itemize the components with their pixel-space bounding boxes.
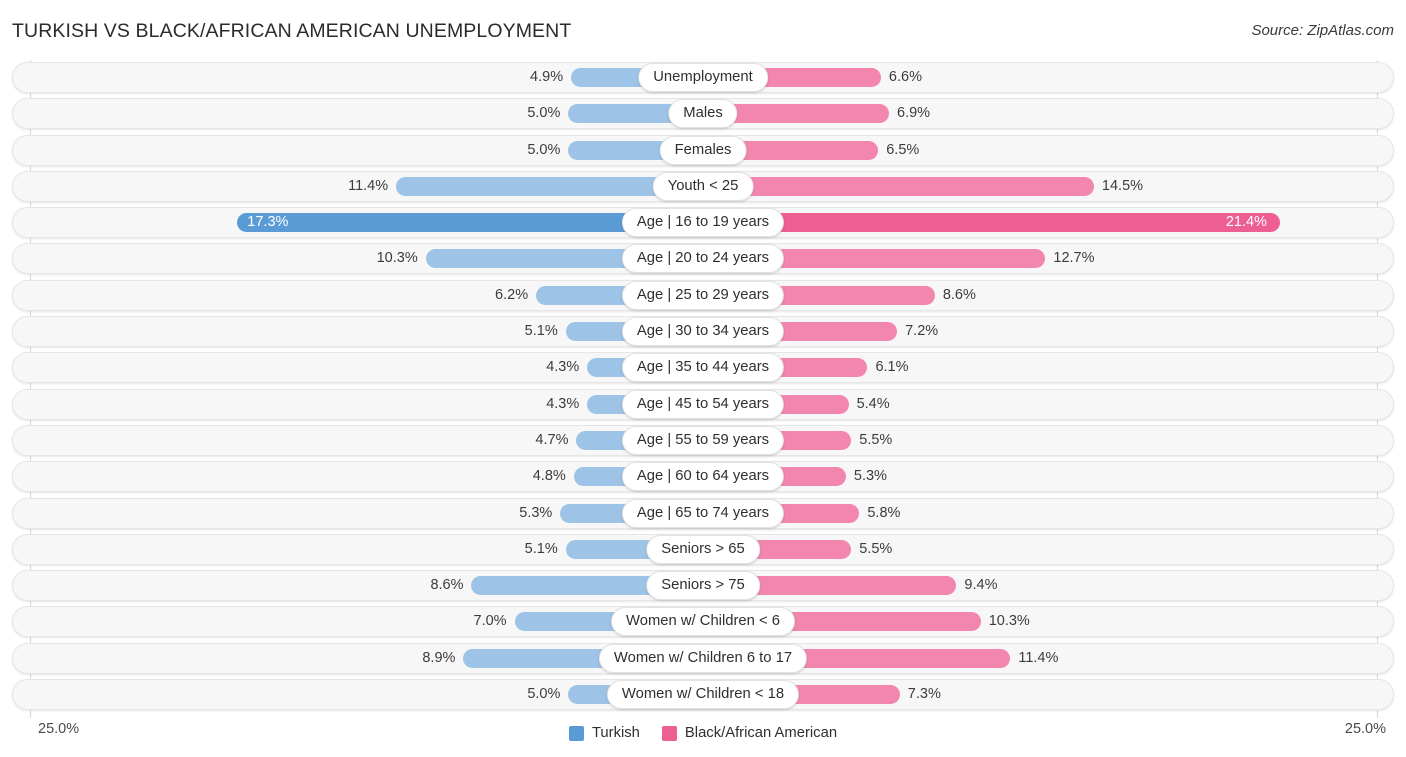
chart-rows: 4.9% 6.6% Unemployment 5.0% 6.9% Males 5.0% 6.5… [0,60,1406,713]
chart-row: 5.1% 7.2% Age | 30 to 34 years [0,314,1406,350]
bar-value-turkish: 5.0% [527,105,561,122]
legend-swatch-icon [568,725,584,741]
chart-row: 5.0% 6.9% Males [0,96,1406,132]
row-label: Males [668,99,738,129]
bar-value-black-african-american: 9.4% [964,577,998,594]
page-title: TURKISH VS BLACK/AFRICAN AMERICAN UNEMPL… [12,20,572,42]
chart-row: 4.3% 5.4% Age | 45 to 54 years [0,387,1406,423]
bar-value-turkish: 4.9% [530,69,564,85]
legend-label: Black/African American [684,725,838,741]
chart-row: 5.0% 7.3% Women w/ Children < 18 [0,677,1406,713]
row-label: Females [659,135,747,165]
bar-value-turkish: 6.2% [495,286,529,303]
row-label: Age | 65 to 74 years [621,498,785,528]
legend-swatch-icon [661,725,677,741]
bar-value-turkish: 8.6% [430,577,464,594]
chart-row: 5.0% 6.5% Females [0,133,1406,169]
bar-value-black-african-american: 7.3% [907,686,941,703]
bar-value-black-african-american: 6.5% [886,141,920,158]
row-label: Unemployment [638,63,768,92]
row-label: Women w/ Children 6 to 17 [598,643,808,673]
legend-item: Black/African American [661,725,838,741]
bar-value-turkish: 11.4% [348,177,389,194]
bar-value-black-african-american: 5.8% [867,504,901,521]
source-attribution: Source: ZipAtlas.com [1251,22,1394,39]
bar-value-black-african-american: 5.5% [859,540,893,557]
row-label: Age | 45 to 54 years [621,389,785,419]
bar-value-turkish: 5.0% [527,141,561,158]
row-label: Age | 35 to 44 years [621,353,785,383]
row-label: Age | 55 to 59 years [621,425,785,455]
bar-value-turkish: 5.1% [524,540,558,557]
bar-value-black-african-american: 14.5% [1101,177,1144,194]
row-label: Age | 25 to 29 years [621,280,785,310]
chart-plot-area: 4.9% 6.6% Unemployment 5.0% 6.9% Males 5.0% 6.5… [0,60,1406,718]
bar-value-turkish: 4.7% [535,431,569,448]
bar-value-turkish: 4.3% [546,395,580,412]
row-label: Age | 30 to 34 years [621,317,785,347]
row-label: Women w/ Children < 6 [611,607,795,637]
row-label: Youth < 25 [652,171,754,201]
bar-value-black-african-american: 6.6% [888,69,922,85]
bar-black-african-american [703,213,1280,233]
legend-label: Turkish [591,725,640,741]
bar-value-black-african-american: 6.1% [875,359,909,376]
bar-value-black-african-american: 5.5% [859,431,893,448]
bar-black-african-american [703,176,1094,196]
bar-value-turkish: 17.3% [247,214,289,231]
chart-row: 11.4% 14.5% Youth < 25 [0,169,1406,205]
bar-value-turkish: 7.0% [473,613,507,630]
row-label: Age | 60 to 64 years [621,462,785,492]
chart-row: 5.3% 5.8% Age | 65 to 74 years [0,496,1406,532]
bar-value-black-african-american: 11.4% [1018,649,1059,666]
bar-value-black-african-american: 8.6% [942,286,976,303]
chart-page: TURKISH VS BLACK/AFRICAN AMERICAN UNEMPL… [0,0,1406,757]
chart-row: 4.8% 5.3% Age | 60 to 64 years [0,459,1406,495]
bar-value-black-african-american: 5.4% [856,395,890,412]
chart-row: 7.0% 10.3% Women w/ Children < 6 [0,604,1406,640]
row-label: Seniors > 65 [646,534,760,564]
legend-item: Turkish [568,725,640,741]
bar-value-black-african-american: 21.4% [1225,214,1267,231]
chart-row: 8.9% 11.4% Women w/ Children 6 to 17 [0,641,1406,677]
chart-row: 8.6% 9.4% Seniors > 75 [0,568,1406,604]
row-label: Age | 20 to 24 years [621,244,785,274]
row-label: Seniors > 75 [646,571,760,601]
bar-value-black-african-american: 6.9% [897,105,931,122]
chart-row: 17.3% 21.4% Age | 16 to 19 years [0,205,1406,241]
bar-value-turkish: 5.0% [527,686,561,703]
bar-value-black-african-american: 5.3% [853,468,887,485]
bar-value-turkish: 8.9% [422,649,456,666]
bar-value-black-african-american: 12.7% [1053,250,1095,267]
chart-footer: 25.0% 25.0% Turkish Black/African America… [0,717,1406,757]
bar-value-turkish: 5.1% [524,323,558,340]
bar-value-black-african-american: 7.2% [905,323,939,340]
bar-value-turkish: 5.3% [519,504,553,521]
chart-row: 6.2% 8.6% Age | 25 to 29 years [0,278,1406,314]
chart-row: 10.3% 12.7% Age | 20 to 24 years [0,241,1406,277]
bar-value-turkish: 4.8% [532,468,566,485]
chart-row: 5.1% 5.5% Seniors > 65 [0,532,1406,568]
chart-row: 4.3% 6.1% Age | 35 to 44 years [0,350,1406,386]
chart-legend: Turkish Black/African American [0,725,1406,741]
chart-header: TURKISH VS BLACK/AFRICAN AMERICAN UNEMPL… [0,0,1406,60]
chart-row: 4.7% 5.5% Age | 55 to 59 years [0,423,1406,459]
bar-value-turkish: 10.3% [376,250,418,267]
chart-row: 4.9% 6.6% Unemployment [0,60,1406,96]
bar-value-turkish: 4.3% [546,359,580,376]
row-label: Age | 16 to 19 years [621,208,785,238]
row-label: Women w/ Children < 18 [606,680,800,710]
bar-value-black-african-american: 10.3% [988,613,1030,630]
